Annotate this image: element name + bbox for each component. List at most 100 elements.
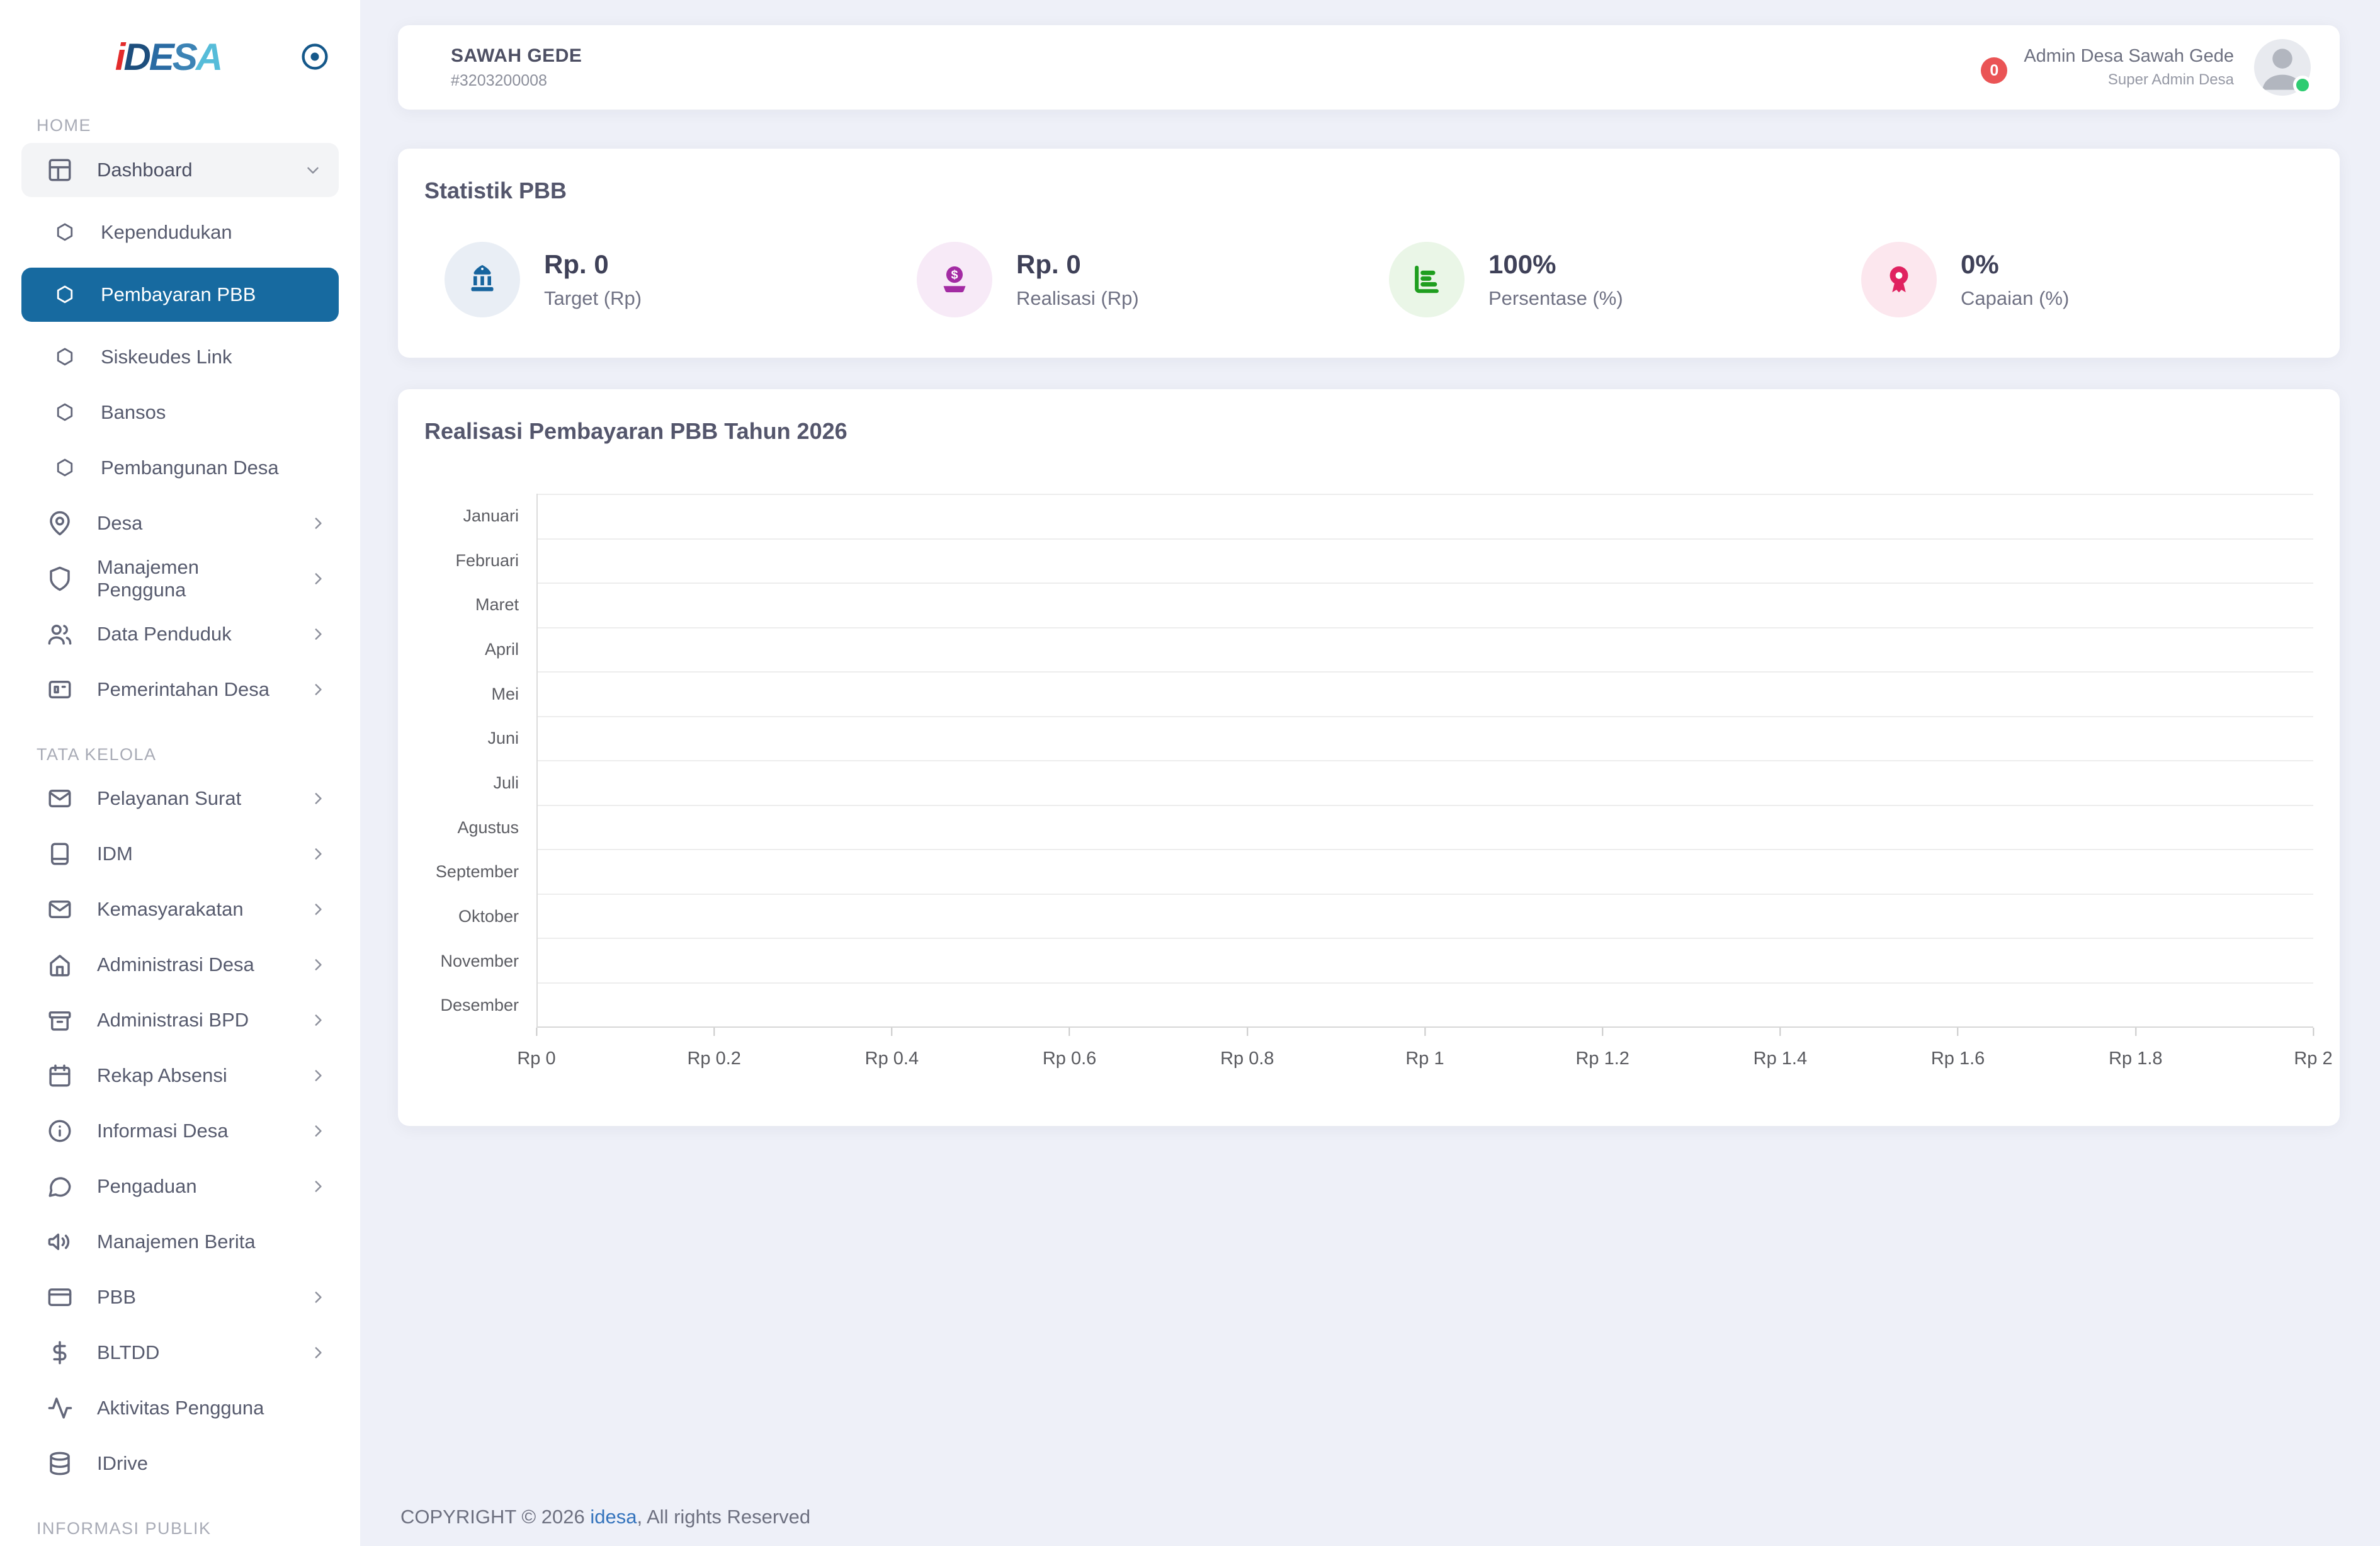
sidebar-item-label: IDM [97, 843, 133, 865]
sidebar-item-label: Siskeudes Link [101, 346, 232, 368]
sidebar-item-label: Manajemen Berita [97, 1231, 256, 1253]
chart-y-axis: Januari Februari Maret April Mei Juni Juli Agus… [424, 494, 536, 1028]
calendar-icon [47, 1062, 73, 1089]
sidebar-section-label-tata-kelola: TATA KELOLA [37, 745, 157, 764]
sidebar-item-pelayanan-surat[interactable]: Pelayanan Surat [0, 771, 360, 826]
sidebar-item-kependudukan[interactable]: Kependudukan [0, 205, 360, 260]
sidebar-item-informasi-desa[interactable]: Informasi Desa [0, 1103, 360, 1159]
chart-row-april [538, 627, 2313, 672]
credit-card-icon [47, 1284, 73, 1310]
sidebar-item-label: Kependudukan [101, 221, 232, 243]
sidebar-item-dashboard[interactable]: Dashboard [21, 143, 339, 197]
sidebar-item-pbb[interactable]: PBB [0, 1270, 360, 1325]
sidebar-item-pemerintahan-desa[interactable]: Pemerintahan Desa [0, 662, 360, 717]
sidebar-item-siskeudes-link[interactable]: Siskeudes Link [0, 329, 360, 385]
user-menu[interactable]: Admin Desa Sawah Gede Super Admin Desa [2024, 46, 2234, 89]
notification-badge: 0 [1981, 57, 2008, 84]
sidebar-item-label: Pembangunan Desa [101, 457, 279, 479]
online-status-dot [2293, 76, 2312, 94]
y-axis-label-februari: Februari [455, 550, 519, 570]
chart-row-oktober [538, 893, 2313, 938]
sidebar-item-pembangunan-desa[interactable]: Pembangunan Desa [0, 440, 360, 496]
sidebar-item-rekap-absensi[interactable]: Rekap Absensi [0, 1048, 360, 1103]
stat-persentase: 100% Persentase (%) [1369, 242, 1841, 317]
sidebar-item-label: IDrive [97, 1452, 148, 1474]
sidebar-item-bltdd[interactable]: BLTDD [0, 1325, 360, 1380]
sidebar-item-label: BLTDD [97, 1341, 160, 1363]
sidebar-item-manajemen-berita[interactable]: Manajemen Berita [0, 1214, 360, 1270]
bank-icon [445, 242, 520, 317]
sidebar-item-label: Bansos [101, 401, 166, 423]
hexagon-icon [54, 402, 76, 423]
home-icon [47, 952, 73, 978]
chevron-right-icon [309, 900, 327, 919]
chart-row-januari [538, 494, 2313, 538]
book-icon [47, 841, 73, 867]
y-axis-label-juni: Juni [487, 729, 519, 748]
x-axis-tick-rp-2: Rp 2 [2294, 1028, 2333, 1069]
x-axis-tick-label: Rp 0.2 [687, 1049, 741, 1069]
statistik-pbb-card: Statistik PBB Rp. 0 Target (Rp) $ Rp. 0 Real… [398, 149, 2340, 358]
sidebar-item-desa[interactable]: Desa [0, 496, 360, 551]
sidebar-nav: HOME Dashboard Kependudukan Pembayaran PBB S… [0, 116, 360, 1546]
chart-row-agustus [538, 804, 2313, 850]
svg-text:$: $ [951, 268, 958, 282]
x-axis-tick-label: Rp 0.8 [1220, 1049, 1274, 1069]
sidebar-item-label: Data Penduduk [97, 623, 232, 645]
stat-label: Realisasi (Rp) [1016, 287, 1139, 309]
sidebar-item-administrasi-desa[interactable]: Administrasi Desa [0, 937, 360, 992]
chevron-right-icon [309, 1011, 327, 1030]
chart-row-juni [538, 715, 2313, 761]
chevron-right-icon [309, 1122, 327, 1140]
sidebar-item-label: Administrasi BPD [97, 1009, 249, 1031]
chart-grid-rows [536, 494, 2313, 1028]
chevron-down-icon [303, 161, 322, 179]
shield-icon [47, 566, 73, 592]
sidebar-item-pengaduan[interactable]: Pengaduan [0, 1159, 360, 1214]
y-axis-label-maret: Maret [475, 595, 519, 615]
header-right: 0 Admin Desa Sawah Gede Super Admin Desa [1981, 39, 2312, 96]
village-info: SAWAH GEDE #3203200008 [451, 45, 582, 90]
footer: COPYRIGHT © 2026 idesa, All rights Reser… [398, 1493, 2340, 1537]
sidebar-item-pembayaran-pbb[interactable]: Pembayaran PBB [21, 268, 339, 322]
village-code: #3203200008 [451, 71, 547, 89]
sidebar-section-label-home: HOME [37, 116, 91, 135]
sidebar-item-administrasi-bpd[interactable]: Administrasi BPD [0, 992, 360, 1048]
x-axis-tick-rp-0-2: Rp 0.2 [687, 1028, 741, 1069]
tick-mark [1957, 1028, 1959, 1036]
y-axis-label-juli: Juli [493, 773, 519, 792]
sidebar-item-label: Pengaduan [97, 1175, 197, 1197]
sidebar-toggle-icon[interactable] [298, 40, 331, 73]
copyright-text: COPYRIGHT © 2026 [400, 1506, 591, 1528]
sidebar-item-data-penduduk[interactable]: Data Penduduk [0, 606, 360, 662]
sidebar-item-label: PBB [97, 1286, 137, 1308]
user-avatar[interactable] [2254, 39, 2312, 96]
y-axis-label-desember: Desember [440, 996, 519, 1015]
header-bar: SAWAH GEDE #3203200008 0 Admin Desa Sawa… [398, 25, 2340, 110]
idesa-link[interactable]: idesa [590, 1506, 637, 1528]
village-name: SAWAH GEDE [451, 45, 582, 66]
sidebar-item-bansos[interactable]: Bansos [0, 385, 360, 440]
sidebar-item-manajemen-pengguna[interactable]: Manajemen Pengguna [0, 551, 360, 606]
id-card-icon [47, 676, 73, 703]
chevron-right-icon [309, 514, 327, 533]
chevron-right-icon [309, 1066, 327, 1085]
sidebar-item-label: Desa [97, 512, 143, 534]
sidebar-item-label: Manajemen Pengguna [97, 556, 199, 601]
sidebar-item-label: Administrasi Desa [97, 953, 254, 975]
y-axis-label-mei: Mei [491, 684, 519, 703]
map-pin-icon [47, 510, 73, 537]
sidebar-item-idm[interactable]: IDM [0, 826, 360, 882]
stats-row: Rp. 0 Target (Rp) $ Rp. 0 Realisasi (Rp) 100%… [424, 242, 2313, 317]
chart-row-november [538, 938, 2313, 982]
sidebar-item-aktivitas-pengguna[interactable]: Aktivitas Pengguna [0, 1380, 360, 1436]
user-role: Super Admin Desa [2107, 71, 2234, 88]
stat-label: Capaian (%) [1961, 287, 2070, 309]
x-axis-tick-label: Rp 1 [1405, 1049, 1444, 1069]
x-axis-tick-label: Rp 1.4 [1753, 1049, 1808, 1069]
sidebar-item-kemasyarakatan[interactable]: Kemasyarakatan [0, 882, 360, 937]
stat-value: 100% [1488, 249, 1556, 279]
x-axis-tick-rp-1: Rp 1 [1405, 1028, 1444, 1069]
sidebar-item-label: Pelayanan Surat [97, 787, 242, 809]
sidebar-item-idrive[interactable]: IDrive [0, 1436, 360, 1491]
